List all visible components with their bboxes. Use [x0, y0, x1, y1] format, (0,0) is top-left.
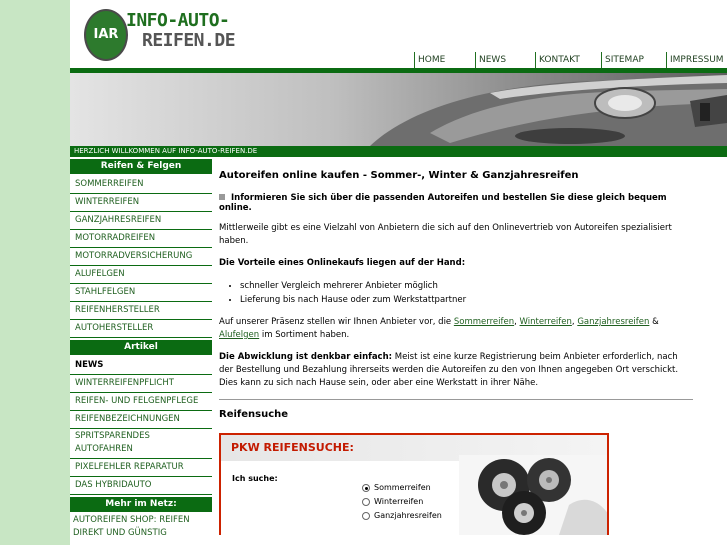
sidebar-item-hybridauto[interactable]: DAS HYBRIDAUTO	[70, 477, 212, 495]
logo-badge: IAR	[84, 9, 128, 61]
paragraph-anbieter-lead: Auf unserer Präsenz stellen wir Ihnen An…	[219, 317, 454, 327]
sidebar-item-winterreifenpflicht[interactable]: WINTERREIFENPFLICHT	[70, 375, 212, 393]
tyres-image	[459, 455, 607, 535]
sidebar-item-reifen-felgenpflege[interactable]: REIFEN- UND FELGENPFLEGE	[70, 393, 212, 411]
nav-kontakt[interactable]: KONTAKT	[535, 52, 601, 68]
page-title: Autoreifen online kaufen - Sommer-, Wint…	[219, 170, 579, 181]
logo-line-2: REIFEN.DE	[142, 30, 236, 51]
sidebar-item-reifenhersteller[interactable]: REIFENHERSTELLER	[70, 302, 212, 320]
sidebar-item-news[interactable]: NEWS	[70, 357, 212, 375]
sidebar-item-stahlfelgen[interactable]: STAHLFELGEN	[70, 284, 212, 302]
option-label: Ganzjahresreifen	[374, 511, 442, 520]
sidebar: Reifen & Felgen SOMMERREIFEN WINTERREIFE…	[70, 159, 212, 542]
nav-home[interactable]: HOME	[414, 52, 475, 68]
paragraph-vielzahl: Mittlerweile gibt es eine Vielzahl von A…	[219, 223, 672, 246]
ampersand-sep: &	[649, 317, 659, 327]
link-ganzjahresreifen[interactable]: Ganzjahresreifen	[577, 317, 649, 327]
divider	[219, 399, 693, 400]
header-banner-car-image	[70, 73, 727, 146]
paragraph-abwicklung: Die Abwicklung ist denkbar einfach: Meis…	[219, 351, 693, 390]
advantages-heading: Die Vorteile eines Onlinekaufs liegen au…	[219, 257, 693, 270]
sidebar-item-motorradreifen[interactable]: MOTORRADREIFEN	[70, 230, 212, 248]
paragraph-anbieter-tail: im Sortiment haben.	[259, 330, 350, 340]
nav-impressum[interactable]: IMPRESSUM	[666, 52, 727, 68]
sidebar-heading-mehr-im-netz: Mehr im Netz:	[70, 497, 212, 512]
radio-icon[interactable]	[362, 498, 370, 506]
page: IAR INFO-AUTO- REIFEN.DE HOME NEWS KONTA…	[70, 0, 727, 545]
tyre-search-widget: PKW REIFENSUCHE: Ich suche: Sommerreifen…	[219, 433, 609, 535]
option-label: Sommerreifen	[374, 483, 431, 492]
nav-news[interactable]: NEWS	[475, 52, 535, 68]
link-alufelgen[interactable]: Alufelgen	[219, 330, 259, 340]
option-winterreifen[interactable]: Winterreifen	[362, 495, 442, 509]
list-item: Lieferung bis nach Hause oder zum Werkst…	[240, 293, 693, 307]
advantages-list: schneller Vergleich mehrerer Anbieter mö…	[219, 279, 693, 307]
tyre-type-options: Sommerreifen Winterreifen Ganzjahresreif…	[362, 481, 442, 523]
radio-icon[interactable]	[362, 512, 370, 520]
link-winterreifen[interactable]: Winterreifen	[520, 317, 572, 327]
welcome-bar: HERZLICH WILLKOMMEN AUF INFO-AUTO-REIFEN…	[70, 146, 727, 157]
intro-text: Informieren Sie sich über die passenden …	[219, 193, 693, 213]
sidebar-item-ganzjahresreifen[interactable]: GANZJAHRESREIFEN	[70, 212, 212, 230]
main-content: Autoreifen online kaufen - Sommer-, Wint…	[219, 170, 693, 535]
option-sommerreifen[interactable]: Sommerreifen	[362, 481, 442, 495]
intro-text-label: Informieren Sie sich über die passenden …	[219, 193, 667, 213]
paragraph-anbieter: Auf unserer Präsenz stellen wir Ihnen An…	[219, 316, 693, 342]
sidebar-item-sommerreifen[interactable]: SOMMERREIFEN	[70, 176, 212, 194]
logo-line-1: INFO-AUTO-	[126, 10, 230, 31]
sidebar-item-autohersteller[interactable]: AUTOHERSTELLER	[70, 320, 212, 338]
site-logo[interactable]: IAR INFO-AUTO- REIFEN.DE	[84, 4, 236, 61]
sidebar-item-spritsparendes-autofahren[interactable]: SPRITSPARENDES AUTOFAHREN	[70, 429, 212, 459]
sidebar-heading-artikel: Artikel	[70, 340, 212, 355]
option-label: Winterreifen	[374, 497, 424, 506]
tyre-search-label: Ich suche:	[232, 474, 278, 483]
sidebar-item-pixelfehler-reparatur[interactable]: PIXELFEHLER REPARATUR	[70, 459, 212, 477]
sidebar-item-motorradversicherung[interactable]: MOTORRADVERSICHERUNG	[70, 248, 212, 266]
nav-sitemap[interactable]: SITEMAP	[601, 52, 666, 68]
list-item: schneller Vergleich mehrerer Anbieter mö…	[240, 279, 693, 293]
square-bullet-icon	[219, 194, 225, 200]
sidebar-heading-reifen-felgen: Reifen & Felgen	[70, 159, 212, 174]
radio-selected-icon[interactable]	[362, 484, 370, 492]
sidebar-item-reifenbezeichnungen[interactable]: REIFENBEZEICHNUNGEN	[70, 411, 212, 429]
advantages-heading-text: Die Vorteile eines Onlinekaufs liegen au…	[219, 258, 466, 268]
top-navigation: HOME NEWS KONTAKT SITEMAP IMPRESSUM	[414, 52, 727, 68]
link-sommerreifen[interactable]: Sommerreifen	[454, 317, 514, 327]
sidebar-item-alufelgen[interactable]: ALUFELGEN	[70, 266, 212, 284]
paragraph-abwicklung-bold: Die Abwicklung ist denkbar einfach:	[219, 352, 393, 362]
option-ganzjahresreifen[interactable]: Ganzjahresreifen	[362, 509, 442, 523]
sidebar-link-autoreifen-shop[interactable]: AUTOREIFEN SHOP: REIFEN DIREKT UND GÜNST…	[70, 514, 212, 540]
sidebar-item-winterreifen[interactable]: WINTERREIFEN	[70, 194, 212, 212]
section-title-reifensuche: Reifensuche	[219, 409, 289, 420]
